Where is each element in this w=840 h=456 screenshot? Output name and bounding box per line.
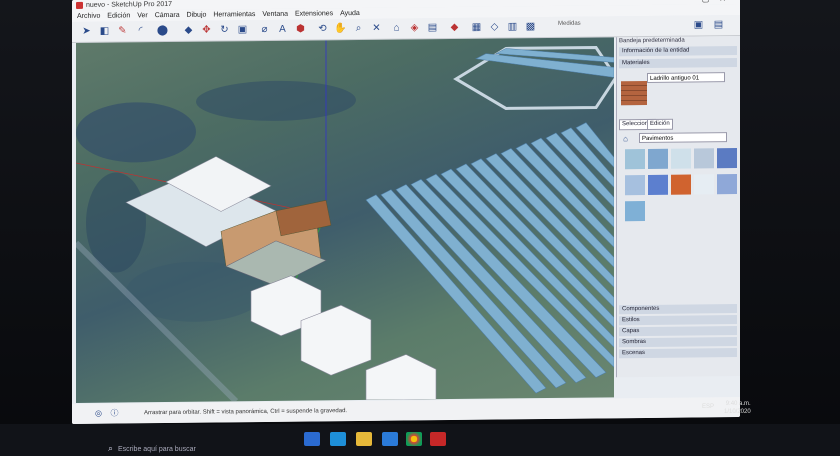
sketchup-logo-icon [76, 1, 83, 9]
components-section[interactable]: Componentes [619, 304, 737, 315]
measurements-label: Medidas [558, 20, 581, 27]
material-name-field[interactable]: Ladrillo antiguo 01 [647, 72, 725, 83]
material-swatch[interactable] [694, 174, 714, 195]
material-swatch[interactable] [625, 148, 645, 170]
model-scene [76, 40, 614, 403]
material-swatch[interactable] [648, 148, 668, 169]
materials-section[interactable]: Materiales [619, 58, 737, 69]
store-icon[interactable] [382, 432, 398, 446]
status-hint: Arrastrar para orbitar. Shift = vista pa… [144, 408, 348, 417]
edge-icon[interactable] [330, 432, 346, 446]
menu-camara[interactable]: Cámara [155, 12, 180, 19]
material-swatch[interactable] [625, 174, 645, 196]
material-swatch[interactable] [717, 174, 737, 195]
text-icon[interactable]: A [276, 23, 289, 36]
layers-icon[interactable]: ▥ [506, 20, 519, 33]
3d-viewport[interactable] [76, 37, 614, 403]
menu-edicion[interactable]: Edición [107, 12, 130, 19]
outliner-icon[interactable]: ▣ [692, 18, 705, 31]
material-swatch[interactable] [671, 174, 691, 195]
tray-title: Bandeja predeterminada [619, 37, 685, 45]
material-swatch[interactable] [648, 174, 668, 195]
tab-edit[interactable]: Edición [647, 118, 673, 130]
clock-time: 9:40 a.m. [725, 401, 751, 407]
language-indicator[interactable]: ESP [702, 404, 714, 410]
material-category-select[interactable]: Pavimentos [639, 132, 727, 144]
menu-ventana[interactable]: Ventana [262, 11, 288, 18]
task-view-icon[interactable] [304, 432, 320, 446]
tape-measure-icon[interactable]: ⌀ [258, 23, 271, 36]
menu-ver[interactable]: Ver [137, 12, 148, 19]
entity-info-section[interactable]: Información de la entidad [619, 46, 737, 57]
material-swatch[interactable] [717, 148, 737, 169]
layers-section[interactable]: Capas [619, 326, 737, 337]
instructor-icon[interactable]: ▤ [712, 18, 725, 31]
sketchup-window: nuevo - SketchUp Pro 2017 –▢✕ Archivo Ed… [72, 0, 740, 425]
menu-extensiones[interactable]: Extensiones [295, 10, 333, 17]
shape-icon[interactable]: ⬤ [156, 24, 169, 37]
chrome-icon[interactable] [406, 432, 422, 446]
paint-bucket-icon[interactable]: ⬢ [294, 23, 307, 36]
material-swatch[interactable] [694, 148, 714, 169]
system-clock[interactable]: 9:40 a.m. 1/10/2020 [724, 400, 751, 416]
arc-icon[interactable]: ◜ [134, 24, 147, 37]
taskbar-search-input[interactable]: Escribe aquí para buscar [118, 446, 196, 453]
credits-icon[interactable]: ⓘ [108, 406, 121, 419]
warehouse-icon[interactable]: ⌂ [390, 22, 403, 35]
material-swatch[interactable] [625, 200, 645, 222]
components-icon[interactable]: ▦ [470, 21, 483, 34]
default-tray: Bandeja predeterminada Información de la… [616, 35, 740, 378]
menu-ayuda[interactable]: Ayuda [340, 10, 360, 17]
eraser-icon[interactable]: ◧ [98, 25, 111, 38]
send-to-layout-icon[interactable]: ▤ [426, 21, 439, 34]
extension-warehouse-icon[interactable]: ◈ [408, 21, 421, 34]
clock-date: 1/10/2020 [724, 409, 751, 415]
menu-archivo[interactable]: Archivo [77, 13, 100, 20]
zoom-extents-icon[interactable]: ✕ [370, 22, 383, 35]
move-icon[interactable]: ✥ [200, 24, 213, 37]
material-swatch[interactable] [671, 148, 691, 169]
material-preview [621, 80, 647, 106]
search-icon[interactable]: ⌕ [104, 442, 117, 455]
menu-dibujo[interactable]: Dibujo [187, 12, 207, 19]
sketchup-taskbar-icon[interactable] [430, 432, 446, 446]
pan-icon[interactable]: ✋ [334, 22, 347, 35]
shadows-section[interactable]: Sombras [619, 337, 737, 348]
select-tool-icon[interactable]: ➤ [80, 25, 93, 38]
menu-herramientas[interactable]: Herramientas [213, 11, 255, 18]
styles-icon[interactable]: ◇ [488, 21, 501, 34]
push-pull-icon[interactable]: ◆ [182, 24, 195, 37]
zoom-icon[interactable]: ⌕ [352, 22, 365, 35]
ruby-icon[interactable]: ◆ [448, 21, 461, 34]
pencil-icon[interactable]: ✎ [116, 24, 129, 37]
styles-section[interactable]: Estilos [619, 315, 737, 326]
rotate-icon[interactable]: ↻ [218, 23, 231, 36]
scenes-icon[interactable]: ▩ [524, 20, 537, 33]
scale-icon[interactable]: ▣ [236, 23, 249, 36]
white-blocks [250, 275, 437, 401]
scenes-section[interactable]: Escenas [619, 348, 737, 359]
orbit-icon[interactable]: ⟲ [316, 22, 329, 35]
home-icon[interactable]: ⌂ [619, 132, 632, 145]
geo-location-icon[interactable]: ◎ [92, 407, 105, 420]
file-explorer-icon[interactable] [356, 432, 372, 446]
